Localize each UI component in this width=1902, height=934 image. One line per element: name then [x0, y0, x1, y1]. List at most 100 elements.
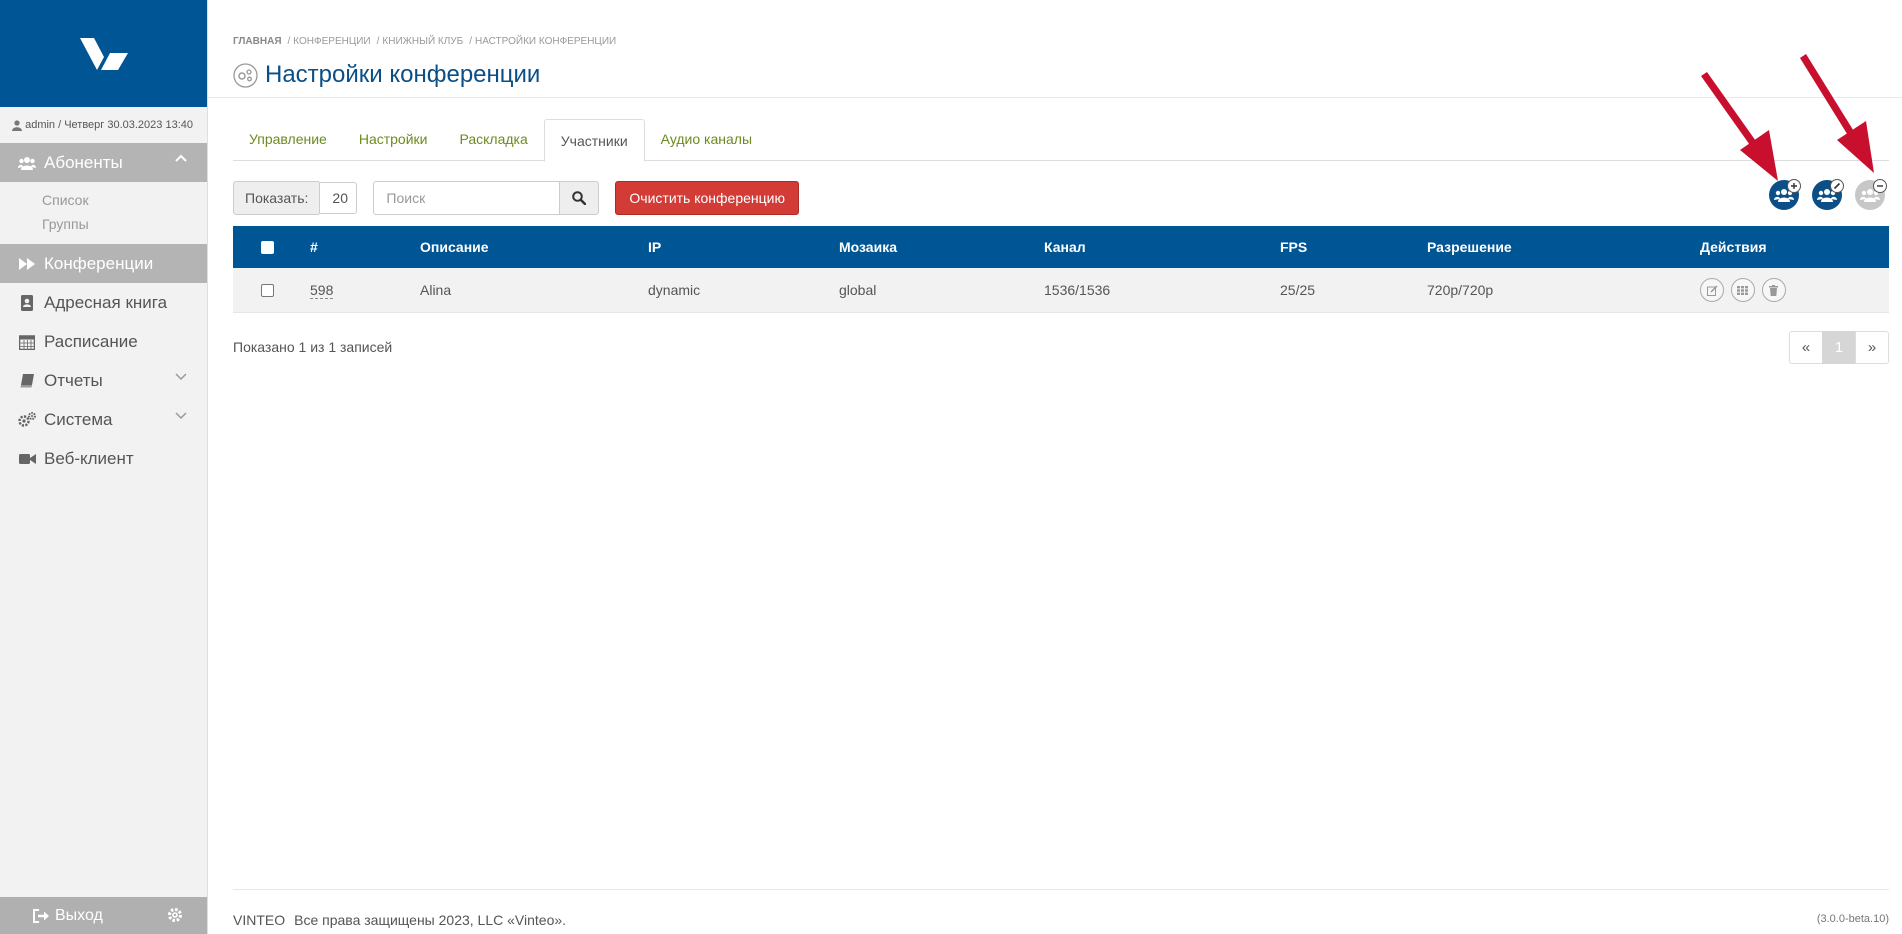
column-header-description[interactable]: Описание [420, 226, 648, 268]
sidebar-item-subscribers[interactable]: Абоненты [0, 143, 207, 182]
tab-participants[interactable]: Участники [543, 119, 645, 162]
fast-forward-icon [18, 255, 36, 273]
sidebar: admin / Четверг 30.03.2023 13:40 Абонент… [0, 0, 208, 934]
logout-label: Выход [55, 906, 103, 924]
breadcrumb: ГЛАВНАЯ / КОНФЕРЕНЦИИ / КНИЖНЫЙ КЛУБ / НАСТРОЙ… [233, 36, 617, 47]
chevron-up-icon[interactable] [175, 153, 187, 163]
select-all-checkbox[interactable] [261, 240, 274, 254]
sidebar-item-label: Адресная книга [44, 292, 168, 312]
breadcrumb-item[interactable]: КОНФЕРЕНЦИИ [293, 36, 370, 47]
footer-copyright-text: Все права защищены 2023, LLC «Vinteo». [294, 912, 567, 928]
sign-out-icon [33, 908, 49, 923]
minus-icon [1873, 179, 1887, 193]
cell-actions [1700, 268, 1889, 313]
edit-icon [1706, 284, 1718, 296]
divider [233, 889, 1889, 890]
tab-settings[interactable]: Настройки [343, 119, 444, 159]
tab-layout[interactable]: Раскладка [443, 119, 543, 159]
sidebar-item-system[interactable]: Система [0, 400, 207, 439]
sidebar-item-label: Расписание [44, 331, 138, 351]
page-title: Настройки конференции [265, 61, 541, 88]
cell-fps: 25/25 [1280, 268, 1427, 313]
logout-button[interactable]: Выход [33, 907, 103, 925]
row-edit-button[interactable] [1700, 278, 1724, 302]
pagination-page[interactable]: 1 [1822, 331, 1856, 364]
gear-icon[interactable] [167, 907, 183, 923]
sidebar-item-label: Отчеты [44, 370, 103, 390]
page-size-label: Показать: [233, 181, 320, 215]
breadcrumb-item: НАСТРОЙКИ КОНФЕРЕНЦИИ [475, 36, 617, 47]
gears-icon [18, 411, 36, 429]
page-header: Настройки конференции [233, 61, 540, 89]
tab-control[interactable]: Управление [233, 119, 343, 159]
user-icon [12, 119, 23, 131]
sidebar-item-label: Конференции [44, 253, 154, 273]
version-label: (3.0.0-beta.10) [1816, 913, 1889, 925]
column-header-channel[interactable]: Канал [1044, 226, 1280, 268]
row-checkbox[interactable] [261, 283, 274, 297]
sidebar-item-addressbook[interactable]: Адресная книга [0, 283, 207, 322]
tab-audio-channels[interactable]: Аудио каналы [645, 119, 768, 159]
cell-resolution: 720p/720p [1427, 268, 1700, 313]
pencil-icon [1830, 179, 1844, 193]
logo-box[interactable] [0, 0, 207, 107]
page-size-select[interactable]: 20 [319, 182, 358, 214]
sidebar-subitem-label: Список [42, 192, 89, 208]
column-header-fps[interactable]: FPS [1280, 226, 1427, 268]
calendar-icon [18, 333, 36, 351]
participants-table: # Описание IP Мозаика Канал FPS Разрешен… [233, 226, 1889, 313]
divider [207, 97, 1902, 98]
copyright: VINTEO Все права защищены 2023, LLC «Vint… [233, 912, 566, 928]
grid-icon [1737, 285, 1749, 295]
pagination: « 1 » [1789, 331, 1889, 364]
cell-ip: dynamic [648, 268, 839, 313]
pagination-prev[interactable]: « [1789, 331, 1823, 364]
search-button[interactable] [560, 181, 600, 215]
sidebar-item-schedule[interactable]: Расписание [0, 322, 207, 361]
trash-icon [1769, 284, 1779, 296]
records-info: Показано 1 из 1 записей [233, 339, 393, 355]
toolbar: Показать: 20 Очистить конференцию [233, 181, 799, 215]
sidebar-item-label: Система [44, 409, 113, 429]
sidebar-item-webclient[interactable]: Веб-клиент [0, 439, 207, 478]
sidebar-footer: Выход [0, 897, 207, 934]
table-row: 598 Alina dynamic global 1536/1536 25/25… [233, 268, 1889, 313]
conference-settings-icon [233, 62, 258, 88]
user-info-text: admin / Четверг 30.03.2023 13:40 [25, 119, 193, 131]
row-delete-button[interactable] [1761, 278, 1786, 302]
book-icon [18, 372, 36, 390]
cell-mosaic: global [839, 268, 1044, 313]
remove-participant-button[interactable] [1855, 179, 1887, 210]
breadcrumb-item[interactable]: КНИЖНЫЙ КЛУБ [382, 36, 463, 47]
pagination-next[interactable]: » [1855, 331, 1889, 364]
column-header-id[interactable]: # [310, 226, 420, 268]
address-book-icon [18, 294, 36, 312]
row-layout-button[interactable] [1730, 278, 1755, 302]
column-header-ip[interactable]: IP [648, 226, 839, 268]
add-participant-button[interactable] [1769, 179, 1801, 210]
column-header-mosaic[interactable]: Мозаика [839, 226, 1044, 268]
breadcrumb-home[interactable]: ГЛАВНАЯ [233, 36, 282, 47]
cell-description: Alina [420, 268, 648, 313]
table-header-row: # Описание IP Мозаика Канал FPS Разрешен… [233, 226, 1889, 268]
plus-icon [1787, 179, 1801, 193]
column-header-resolution[interactable]: Разрешение [1427, 226, 1700, 268]
search-icon [572, 191, 587, 205]
sidebar-item-reports[interactable]: Отчеты [0, 361, 207, 400]
clear-conference-button[interactable]: Очистить конференцию [615, 181, 799, 215]
sidebar-subitem-groups[interactable]: Группы [0, 212, 207, 236]
chevron-down-icon[interactable] [175, 410, 187, 420]
vinteo-logo-icon [79, 37, 128, 70]
edit-participants-button[interactable] [1812, 179, 1844, 210]
participant-id-link[interactable]: 598 [310, 282, 334, 299]
footer-brand: VINTEO [233, 912, 286, 928]
search-group [373, 181, 600, 215]
sidebar-item-conferences[interactable]: Конференции [0, 244, 207, 283]
user-info: admin / Четверг 30.03.2023 13:40 [0, 107, 207, 143]
chevron-down-icon[interactable] [175, 371, 187, 381]
search-input[interactable] [373, 181, 561, 215]
sidebar-item-label: Веб-клиент [44, 448, 134, 468]
cell-channel: 1536/1536 [1044, 268, 1280, 313]
users-icon [18, 154, 36, 172]
sidebar-subitem-list[interactable]: Список [0, 188, 207, 212]
